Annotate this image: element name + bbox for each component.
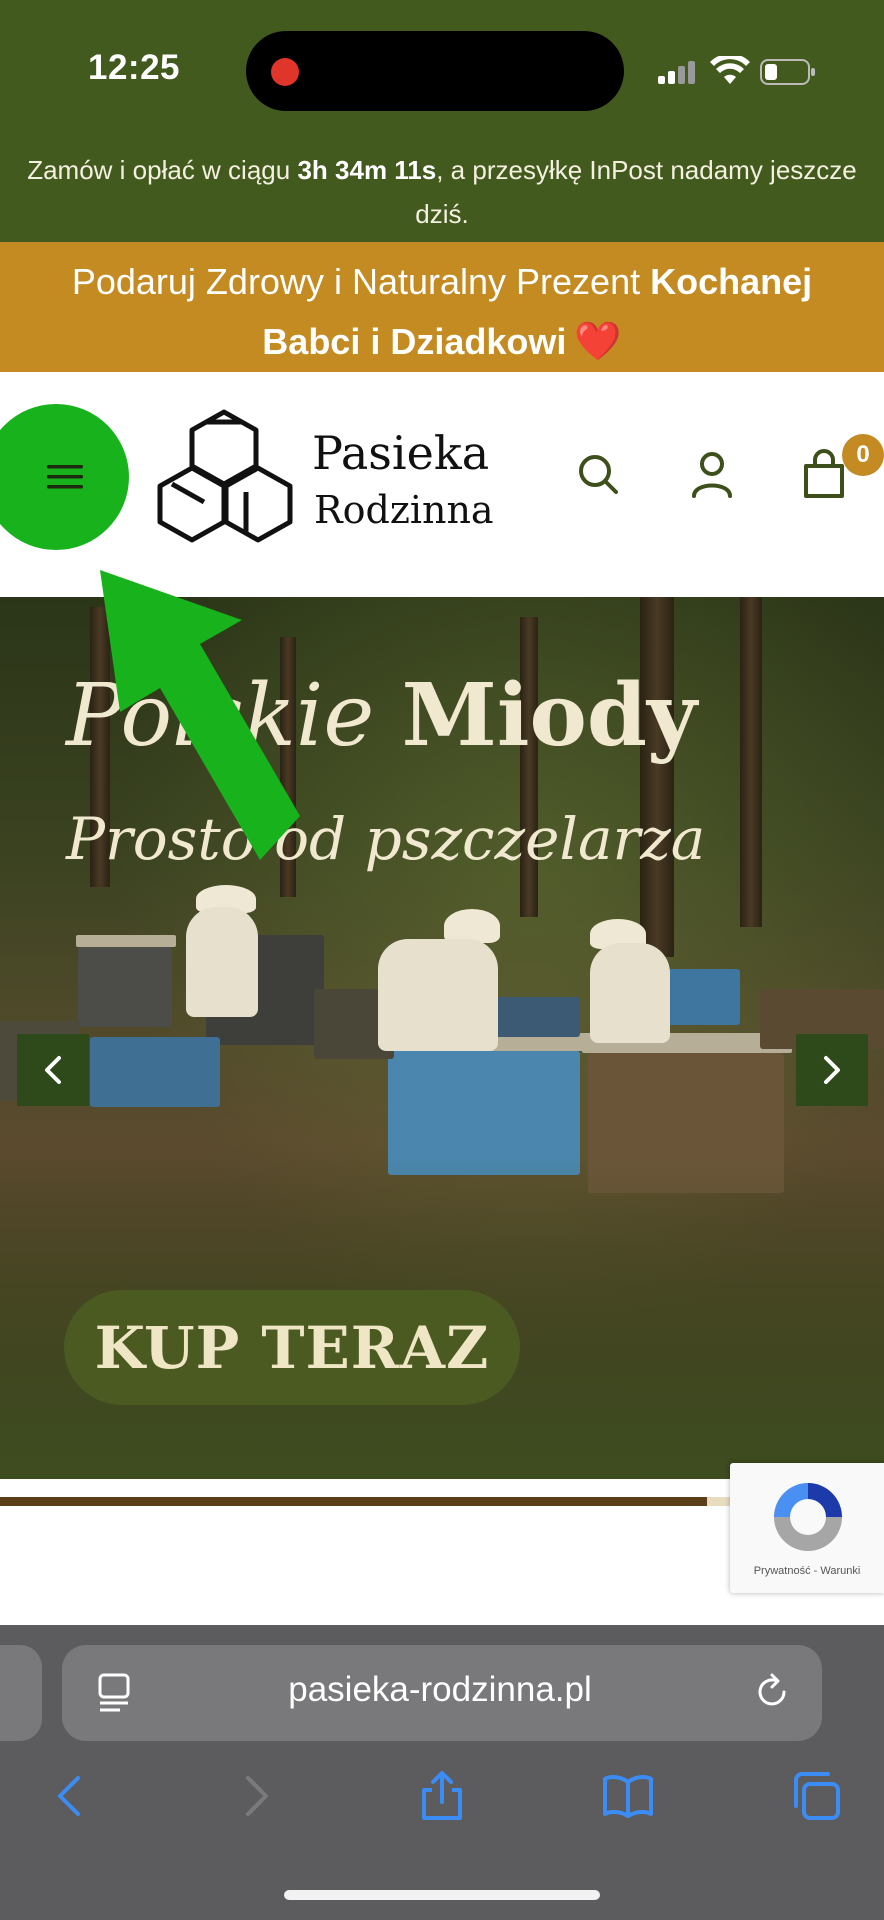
slider-prev-button[interactable] xyxy=(17,1034,89,1106)
battery-icon xyxy=(760,59,815,85)
previous-tab-preview[interactable] xyxy=(0,1645,42,1741)
dynamic-island xyxy=(246,31,624,111)
reader-icon[interactable] xyxy=(96,1672,134,1714)
countdown: 3h 34m 11s xyxy=(297,155,437,185)
forward-icon[interactable] xyxy=(230,1770,282,1822)
heart-icon: ❤️ xyxy=(574,321,622,363)
wifi-icon xyxy=(710,56,750,84)
share-icon[interactable] xyxy=(416,1770,468,1822)
chevron-right-icon xyxy=(824,1056,840,1084)
hive xyxy=(76,935,176,947)
beekeeper-hat xyxy=(444,909,500,943)
recaptcha-badge[interactable]: Prywatność - Warunki xyxy=(730,1463,884,1593)
status-time: 12:25 xyxy=(88,48,181,87)
tree-trunk xyxy=(740,597,762,927)
bookmarks-icon[interactable] xyxy=(602,1770,654,1822)
logo-text-line2[interactable]: Rodzinna xyxy=(314,488,494,532)
site-header xyxy=(0,372,884,597)
url-text[interactable]: pasieka-rodzinna.pl xyxy=(200,1670,680,1710)
hero-subtitle: Prosto od pszczelarza xyxy=(66,805,706,873)
recaptcha-links[interactable]: Prywatność - Warunki xyxy=(730,1565,884,1577)
user-icon[interactable] xyxy=(690,450,734,498)
beekeeper xyxy=(378,939,498,1051)
cart-count-badge[interactable]: 0 xyxy=(842,434,884,476)
recaptcha-icon xyxy=(774,1483,842,1551)
hive xyxy=(660,969,740,1025)
slider-progress-fill xyxy=(0,1497,708,1506)
hive xyxy=(90,1037,220,1107)
tree-trunk xyxy=(640,597,674,957)
shipping-countdown-text: Zamów i opłać w ciągu 3h 34m 11s, a prze… xyxy=(27,155,857,229)
slider-next-button[interactable] xyxy=(796,1034,868,1106)
logo-honeycomb-icon[interactable] xyxy=(148,408,300,563)
tabs-icon[interactable] xyxy=(790,1770,842,1822)
beekeeper xyxy=(186,907,258,1017)
signal-icon xyxy=(658,61,695,84)
back-icon[interactable] xyxy=(44,1770,96,1822)
beekeeper xyxy=(590,943,670,1043)
hero-title: Polskie Miody xyxy=(66,665,697,766)
home-indicator xyxy=(284,1890,600,1900)
buy-now-button[interactable]: KUP TERAZ xyxy=(64,1290,520,1405)
menu-icon xyxy=(46,465,83,489)
reload-icon[interactable] xyxy=(752,1672,792,1712)
gift-banner-text[interactable]: Podaruj Zdrowy i Naturalny Prezent Kocha… xyxy=(20,252,864,372)
hive xyxy=(78,947,172,1027)
cart-icon[interactable] xyxy=(800,448,848,500)
recording-indicator-icon xyxy=(271,58,299,86)
search-icon[interactable] xyxy=(576,452,620,496)
chevron-left-icon xyxy=(45,1056,61,1084)
logo-text-line1[interactable]: Pasieka xyxy=(312,426,489,480)
